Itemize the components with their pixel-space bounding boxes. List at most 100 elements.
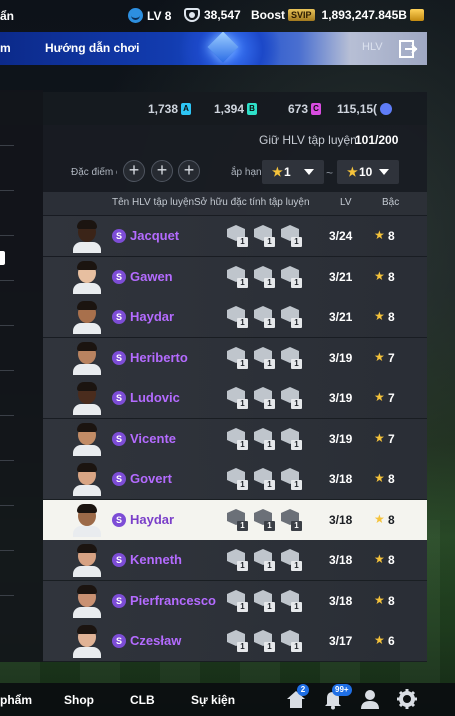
training-trait-icon: 1 xyxy=(280,345,302,371)
star-icon: ★ xyxy=(374,350,385,364)
nav-clb[interactable]: CLB xyxy=(130,693,155,707)
table-row[interactable]: S Czesław 1 1 1 3/17 ★ 6 xyxy=(43,621,427,661)
trait-level: 1 xyxy=(237,278,248,288)
settings-button[interactable] xyxy=(396,688,420,712)
grade-s-badge: S xyxy=(112,594,126,608)
nav-shop[interactable]: Shop xyxy=(64,693,94,707)
training-trait-icon: 1 xyxy=(253,304,275,330)
training-trait-icon: 1 xyxy=(253,466,275,492)
grade-s-badge: S xyxy=(112,553,126,567)
grade-s-badge: S xyxy=(112,432,126,446)
training-trait-icon: 1 xyxy=(226,466,248,492)
boost-group[interactable]: Boost SVIP 1,893,247.845B xyxy=(251,8,424,22)
coach-rank: 8 xyxy=(388,553,395,567)
grade-s-badge: S xyxy=(112,351,126,365)
header-banner: m Hướng dẫn chơi HLV xyxy=(0,32,427,65)
training-trait-icon: 1 xyxy=(280,507,302,533)
fc-points-group[interactable]: 38,547 xyxy=(184,8,241,22)
coach-level: 3/19 xyxy=(329,391,353,405)
trait-level: 1 xyxy=(264,359,275,369)
header-name: Tên HLV tập luyện xyxy=(112,197,195,208)
grade-s-badge: S xyxy=(112,634,126,648)
rank-from-dropdown[interactable]: ★ 1 xyxy=(262,160,324,184)
grade-s-badge: S xyxy=(112,472,126,486)
table-row[interactable]: S Ludovic 1 1 1 3/19 ★ 7 xyxy=(43,378,427,418)
add-trait-filter-button[interactable]: + xyxy=(178,160,200,182)
table-row[interactable]: S Govert 1 1 1 3/18 ★ 8 xyxy=(43,459,427,499)
trait-icons: 1 1 1 xyxy=(226,223,302,249)
currency-c-value: 673 xyxy=(288,102,309,116)
sidebar-divider xyxy=(0,505,14,506)
training-trait-icon: 1 xyxy=(226,426,248,452)
add-trait-filter-button[interactable]: + xyxy=(151,160,173,182)
coach-count-value: 101/200 xyxy=(355,133,399,147)
table-row[interactable]: S Jacquet 1 1 1 3/24 ★ 8 xyxy=(43,216,427,256)
range-separator: ~ xyxy=(326,166,334,180)
coach-name: Kenneth xyxy=(130,552,182,567)
star-icon: ★ xyxy=(347,165,358,179)
table-row[interactable]: S Heriberto 1 1 1 3/19 ★ 7 xyxy=(43,338,427,378)
coach-name: Gawen xyxy=(130,269,173,284)
training-trait-icon: 1 xyxy=(226,264,248,290)
coach-rank: 6 xyxy=(388,634,395,648)
rank-to-dropdown[interactable]: ★ 10 xyxy=(337,160,399,184)
coach-level: 3/21 xyxy=(329,270,353,284)
trait-level: 1 xyxy=(291,359,302,369)
training-trait-icon: 1 xyxy=(280,304,302,330)
coach-rank: 8 xyxy=(388,594,395,608)
table-row[interactable]: S Gawen 1 1 1 3/21 ★ 8 xyxy=(43,257,427,297)
level-group[interactable]: LV 8 xyxy=(128,8,171,23)
training-trait-icon: 1 xyxy=(280,628,302,654)
currency-b: 1,394 B xyxy=(214,102,258,116)
coach-level: 3/17 xyxy=(329,634,353,648)
training-trait-icon: 1 xyxy=(253,385,275,411)
training-trait-icon: 1 xyxy=(253,426,275,452)
exit-icon[interactable] xyxy=(398,39,418,59)
coach-name: Jacquet xyxy=(130,228,180,243)
avatar xyxy=(72,422,102,456)
add-trait-filter-button[interactable]: + xyxy=(123,160,145,182)
top-status-bar: ẩn LV 8 38,547 Boost SVIP 1,893,247.845B xyxy=(0,0,455,32)
trait-filter-label: Đặc điểm c xyxy=(71,167,117,178)
coach-name: Vicente xyxy=(130,431,177,446)
coach-name: Pierfrancesco xyxy=(130,593,216,608)
profile-button[interactable] xyxy=(359,688,383,712)
table-row[interactable]: S Pierfrancesco 1 1 1 3/18 ★ 8 xyxy=(43,581,427,621)
nav-events[interactable]: Sự kiện xyxy=(191,693,235,707)
trait-level: 1 xyxy=(264,237,275,247)
header-traits: Sở hữu đặc tính tập luyện xyxy=(194,197,310,208)
trait-level: 1 xyxy=(237,440,248,450)
guide-link[interactable]: Hướng dẫn chơi xyxy=(45,41,139,55)
training-trait-icon: 1 xyxy=(226,223,248,249)
trait-level: 1 xyxy=(264,561,275,571)
avatar xyxy=(72,381,102,415)
table-row[interactable]: S Haydar 1 1 1 3/21 ★ 8 xyxy=(43,297,427,337)
left-sidebar xyxy=(0,90,43,662)
trait-level: 1 xyxy=(291,480,302,490)
home-button[interactable]: 2 xyxy=(285,684,309,712)
coach-rank: 8 xyxy=(388,472,395,486)
table-row[interactable]: S Kenneth 1 1 1 3/18 ★ 8 xyxy=(43,540,427,580)
mail-button[interactable]: 99+ xyxy=(322,684,352,712)
currency-a: 1,738 A xyxy=(148,102,192,116)
coach-rank: 8 xyxy=(388,513,395,527)
table-row[interactable]: S Haydar 1 1 1 3/18 ★ 8 xyxy=(43,500,427,540)
training-trait-icon: 1 xyxy=(280,426,302,452)
coach-name: Govert xyxy=(130,471,172,486)
coin-balance: 1,893,247.845B xyxy=(321,8,407,22)
gear-icon xyxy=(397,689,417,709)
gem-icon xyxy=(207,32,239,63)
nav-items[interactable]: phẩm xyxy=(0,693,32,707)
sidebar-divider xyxy=(0,280,14,281)
currency-b-value: 1,394 xyxy=(214,102,245,116)
trait-level: 1 xyxy=(291,440,302,450)
grade-s-badge: S xyxy=(112,310,126,324)
grade-s-badge: S xyxy=(112,513,126,527)
currency-a-value: 1,738 xyxy=(148,102,179,116)
training-trait-icon: 1 xyxy=(226,507,248,533)
trait-level: 1 xyxy=(291,278,302,288)
coach-count-row: Giữ HLV tập luyện 101/200 xyxy=(43,131,427,149)
training-trait-icon: 1 xyxy=(280,466,302,492)
table-row[interactable]: S Vicente 1 1 1 3/19 ★ 7 xyxy=(43,419,427,459)
star-icon: ★ xyxy=(272,165,283,179)
